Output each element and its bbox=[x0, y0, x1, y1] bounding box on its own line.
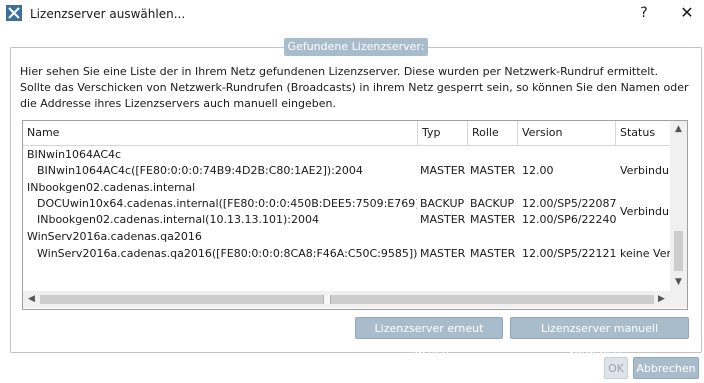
group-name: BINwin1064AC4c bbox=[27, 148, 122, 161]
help-button[interactable]: ? bbox=[634, 3, 654, 23]
server-name: BINwin1064AC4c([FE80:0:0:0:74B9:4D2B:C80… bbox=[37, 164, 363, 177]
table-row[interactable]: BINwin1064AC4c([FE80:0:0:0:74B9:4D2B:C80… bbox=[23, 163, 670, 179]
server-rolle: BACKUP bbox=[470, 197, 515, 210]
ok-button[interactable]: OK bbox=[604, 357, 628, 379]
column-header-name[interactable]: Name bbox=[23, 121, 418, 145]
cancel-button[interactable]: Abbrechen bbox=[633, 357, 699, 379]
server-version: 12.00/SP5/220879 bbox=[522, 197, 616, 210]
table-row[interactable]: DOCUwin10x64.cadenas.internal([FE80:0:0:… bbox=[23, 196, 670, 212]
server-typ: MASTER bbox=[420, 164, 466, 177]
group-title: Gefundene Lizenzserver: bbox=[284, 38, 428, 56]
horizontal-scrollbar[interactable]: ◀ ▶ bbox=[23, 291, 670, 308]
column-header-rolle[interactable]: Rolle bbox=[468, 121, 518, 145]
table-row[interactable]: WinServ2016a.cadenas.qa2016([FE80:0:0:0:… bbox=[23, 246, 670, 262]
server-version: 12.00/SP6/222400 bbox=[522, 213, 616, 226]
table-row-group[interactable]: BINwin1064AC4c bbox=[23, 147, 670, 163]
description-text: Hier sehen Sie eine Liste der in Ihrem N… bbox=[20, 65, 689, 110]
scroll-left-icon[interactable]: ◀ bbox=[23, 291, 40, 308]
server-typ: MASTER bbox=[420, 247, 466, 260]
app-icon bbox=[6, 5, 22, 21]
horizontal-scroll-thumb[interactable] bbox=[40, 295, 654, 304]
server-typ: MASTER bbox=[420, 213, 466, 226]
vertical-scrollbar[interactable]: ▲ ▼ bbox=[670, 121, 687, 291]
column-header-typ[interactable]: Typ bbox=[418, 121, 468, 145]
server-status: Verbindu bbox=[620, 164, 669, 177]
server-name: INbookgen02.cadenas.internal(10.13.13.10… bbox=[37, 213, 319, 226]
server-name: DOCUwin10x64.cadenas.internal([FE80:0:0:… bbox=[37, 197, 417, 210]
server-table[interactable]: Name Typ Rolle Version Status BINwin1064… bbox=[22, 120, 688, 310]
table-row-group[interactable]: WinServ2016a.cadenas.qa2016 bbox=[23, 229, 670, 245]
server-rolle: MASTER bbox=[470, 247, 516, 260]
group-name: WinServ2016a.cadenas.qa2016 bbox=[27, 230, 202, 243]
close-button[interactable]: ✕ bbox=[677, 3, 697, 23]
scroll-down-icon[interactable]: ▼ bbox=[670, 274, 687, 291]
column-header-version[interactable]: Version bbox=[518, 121, 616, 145]
server-status: Verbindu bbox=[620, 205, 669, 218]
server-status: keine Verl bbox=[620, 247, 670, 260]
server-rolle: MASTER bbox=[470, 164, 516, 177]
scroll-grip-icon bbox=[323, 295, 331, 304]
scroll-up-icon[interactable]: ▲ bbox=[670, 121, 687, 138]
server-version: 12.00/SP5/221213 bbox=[522, 247, 616, 260]
scroll-corner bbox=[670, 291, 687, 308]
column-header-status[interactable]: Status bbox=[616, 121, 670, 145]
server-typ: BACKUP bbox=[420, 197, 465, 210]
group-name: INbookgen02.cadenas.internal bbox=[27, 181, 196, 194]
table-row-group[interactable]: INbookgen02.cadenas.internal bbox=[23, 180, 670, 196]
vertical-scroll-thumb[interactable] bbox=[674, 231, 683, 271]
rescan-button[interactable]: Lizenzserver erneut suchen bbox=[355, 317, 503, 357]
server-rolle: MASTER bbox=[470, 213, 516, 226]
server-name: WinServ2016a.cadenas.qa2016([FE80:0:0:0:… bbox=[37, 247, 417, 260]
scroll-right-icon[interactable]: ▶ bbox=[653, 291, 670, 308]
server-version: 12.00 bbox=[522, 164, 554, 177]
table-header: Name Typ Rolle Version Status bbox=[23, 121, 670, 146]
title-bar: Lizenzserver auswählen... ? ✕ bbox=[0, 0, 704, 28]
manual-server-button[interactable]: Lizenzserver manuell vorgeben... bbox=[510, 317, 689, 357]
window-title: Lizenzserver auswählen... bbox=[30, 7, 186, 21]
table-row[interactable]: INbookgen02.cadenas.internal(10.13.13.10… bbox=[23, 212, 670, 228]
